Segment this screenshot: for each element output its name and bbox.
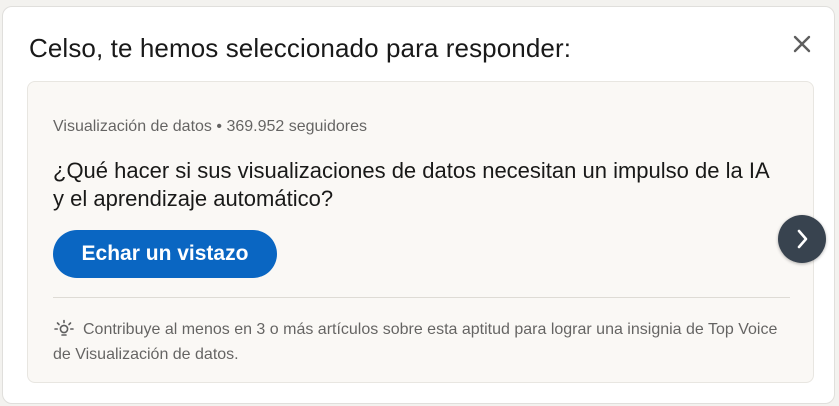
article-suggestion-card: Visualización de datos • 369.952 seguido… (27, 81, 814, 383)
prompt-dialog: Celso, te hemos seleccionado para respon… (2, 6, 835, 404)
followers-count: 369.952 seguidores (226, 118, 367, 135)
chevron-right-icon (797, 229, 808, 249)
topic-label: Visualización de datos (53, 118, 212, 135)
dialog-title: Celso, te hemos seleccionado para respon… (29, 33, 572, 63)
close-button[interactable] (787, 29, 817, 59)
take-a-look-button[interactable]: Echar un vistazo (53, 230, 277, 278)
close-icon (793, 35, 811, 53)
divider (53, 297, 790, 298)
badge-tip: Contribuye al menos en 3 o más artículos… (53, 317, 793, 367)
tip-text: Contribuye al menos en 3 o más artículos… (53, 321, 778, 363)
meta-separator: • (216, 118, 222, 135)
lightbulb-icon (54, 319, 74, 336)
next-button[interactable] (778, 215, 826, 263)
article-meta: Visualización de datos • 369.952 seguido… (53, 118, 367, 136)
article-question: ¿Qué hacer si sus visualizaciones de dat… (53, 158, 769, 211)
